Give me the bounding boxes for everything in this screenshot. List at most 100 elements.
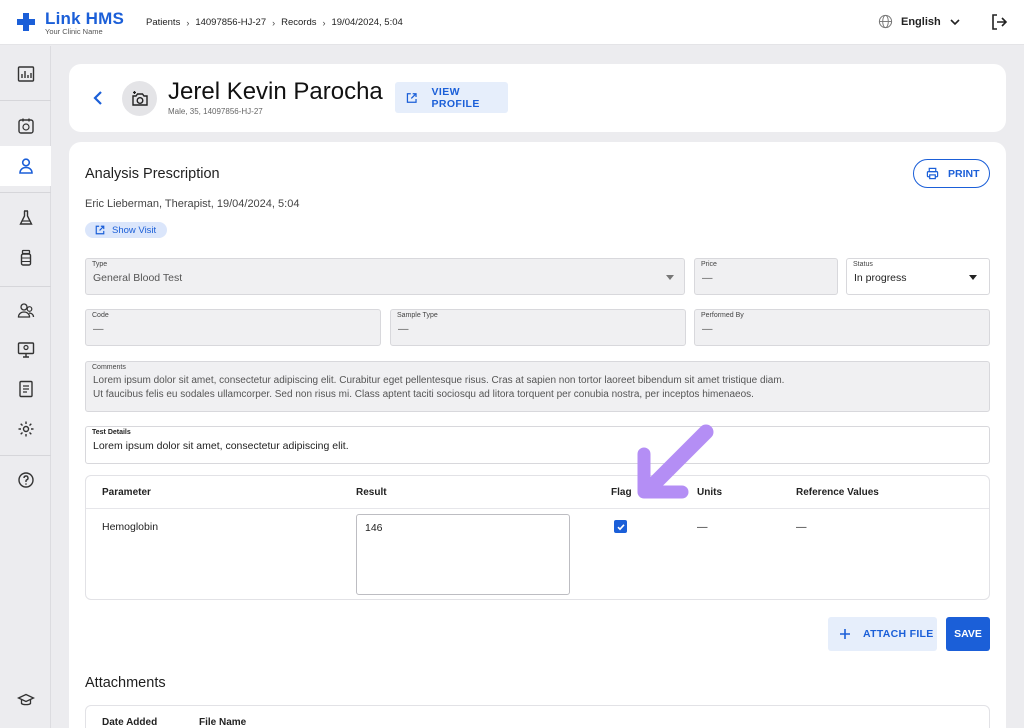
column-header-file-name: File Name: [199, 717, 247, 728]
plus-icon: [840, 629, 850, 639]
patient-name: Jerel Kevin Parocha: [168, 78, 383, 105]
nav-pharmacy[interactable]: [0, 238, 51, 278]
printer-icon: [926, 167, 939, 180]
nav-learning[interactable]: [0, 680, 51, 720]
parameter-cell: Hemoglobin: [102, 521, 159, 533]
nav-reports[interactable]: [0, 369, 51, 409]
nav-laboratory[interactable]: [0, 198, 51, 238]
show-visit-button[interactable]: Show Visit: [85, 222, 167, 238]
comments-field: Comments Lorem ipsum dolor sit amet, con…: [85, 361, 990, 412]
table-divider: [86, 508, 989, 509]
top-bar: Link HMS Your Clinic Name Patients › 140…: [0, 0, 1024, 45]
type-field[interactable]: Type General Blood Test: [85, 258, 685, 295]
app-name: Link HMS: [45, 9, 125, 28]
column-header-flag: Flag: [611, 487, 632, 498]
performed-by-value: —: [702, 323, 713, 335]
column-header-units: Units: [697, 487, 722, 498]
attach-file-label: ATTACH FILE: [863, 628, 934, 640]
code-label: Code: [92, 312, 109, 319]
section-title: Analysis Prescription: [85, 166, 220, 182]
open-external-icon: [95, 225, 105, 235]
chevron-right-icon: ›: [322, 17, 326, 28]
patient-meta: Male, 35, 14097856-HJ-27: [168, 107, 263, 116]
price-field: Price —: [694, 258, 838, 295]
nav-telemedicine[interactable]: [0, 330, 51, 370]
status-select[interactable]: Status In progress: [846, 258, 990, 295]
code-field: Code —: [85, 309, 381, 346]
medical-cross-icon: [17, 13, 35, 31]
patient-header: Jerel Kevin Parocha Male, 35, 14097856-H…: [69, 64, 1006, 132]
nav-staff[interactable]: [0, 290, 51, 330]
breadcrumb-patients[interactable]: Patients: [146, 17, 180, 28]
app-logo[interactable]: Link HMS Your Clinic Name: [16, 9, 136, 36]
report-icon: [18, 380, 33, 398]
nav-appointments[interactable]: [0, 106, 51, 146]
column-header-date-added: Date Added: [102, 717, 158, 728]
result-input[interactable]: 146: [356, 514, 570, 595]
price-value: —: [702, 272, 713, 284]
open-external-icon: [406, 92, 417, 103]
comments-line: Lorem ipsum dolor sit amet, consectetur …: [93, 375, 785, 386]
save-button[interactable]: SAVE: [946, 617, 990, 651]
dashboard-icon: [17, 66, 34, 82]
test-details-field[interactable]: Test Details Lorem ipsum dolor sit amet,…: [85, 426, 990, 464]
chevron-right-icon: ›: [272, 17, 276, 28]
price-label: Price: [701, 261, 717, 268]
column-header-result: Result: [356, 487, 387, 498]
breadcrumb-records[interactable]: Records: [281, 17, 316, 28]
medicine-bottle-icon: [20, 249, 31, 266]
chevron-down-icon: [950, 18, 960, 25]
sidebar: [0, 46, 51, 728]
status-value: In progress: [854, 272, 907, 284]
code-value: —: [93, 323, 104, 335]
breadcrumb: Patients › 14097856-HJ-27 › Records › 19…: [146, 17, 403, 28]
view-profile-button[interactable]: VIEW PROFILE: [395, 82, 508, 113]
test-details-value: Lorem ipsum dolor sit amet, consectetur …: [93, 440, 349, 452]
sample-type-field: Sample Type —: [390, 309, 686, 346]
type-label: Type: [92, 261, 108, 268]
comments-line: Ut faucibus felis eu sodales ullamcorper…: [93, 389, 754, 400]
sample-type-value: —: [398, 323, 409, 335]
performed-by-field: Performed By —: [694, 309, 990, 346]
add-photo-icon: [131, 90, 148, 106]
dropdown-arrow-icon: [666, 275, 674, 280]
show-visit-label: Show Visit: [112, 224, 157, 236]
nav-help[interactable]: [0, 460, 51, 500]
back-arrow-icon[interactable]: [91, 88, 105, 108]
results-table: Parameter Result Flag Units Reference Va…: [85, 475, 990, 600]
prescriber-info: Eric Lieberman, Therapist, 19/04/2024, 5…: [85, 198, 300, 210]
app-tagline: Your Clinic Name: [45, 27, 103, 36]
help-icon: [17, 472, 34, 488]
checkmark-icon: [616, 523, 625, 530]
status-label: Status: [853, 261, 873, 268]
staff-icon: [17, 303, 34, 318]
chevron-right-icon: ›: [186, 17, 190, 28]
print-button[interactable]: PRINT: [913, 159, 990, 188]
nav-patients[interactable]: [0, 146, 51, 186]
units-cell: —: [697, 521, 708, 533]
graduation-cap-icon: [16, 693, 35, 706]
dropdown-arrow-icon: [969, 275, 977, 280]
attachments-title: Attachments: [85, 675, 166, 691]
language-selector[interactable]: English: [878, 14, 961, 29]
flag-checkbox[interactable]: [614, 520, 627, 533]
print-label: PRINT: [948, 167, 980, 180]
breadcrumb-record-date: 19/04/2024, 5:04: [331, 17, 403, 28]
performed-by-label: Performed By: [701, 312, 744, 319]
test-details-label: Test Details: [92, 429, 131, 436]
attachments-table: Date Added File Name: [85, 705, 990, 728]
person-icon: [18, 158, 33, 174]
reference-cell: —: [796, 521, 807, 533]
monitor-icon: [17, 342, 34, 358]
nav-settings[interactable]: [0, 409, 51, 449]
sample-type-label: Sample Type: [397, 312, 438, 319]
attach-file-button[interactable]: ATTACH FILE: [828, 617, 937, 651]
comments-label: Comments: [92, 364, 126, 371]
column-header-reference: Reference Values: [796, 487, 879, 498]
logout-icon[interactable]: [990, 13, 1008, 31]
lab-flask-icon: [18, 210, 33, 225]
avatar[interactable]: [122, 81, 157, 116]
nav-dashboard[interactable]: [0, 54, 51, 94]
breadcrumb-patient-id[interactable]: 14097856-HJ-27: [195, 17, 266, 28]
calendar-icon: [17, 118, 34, 134]
